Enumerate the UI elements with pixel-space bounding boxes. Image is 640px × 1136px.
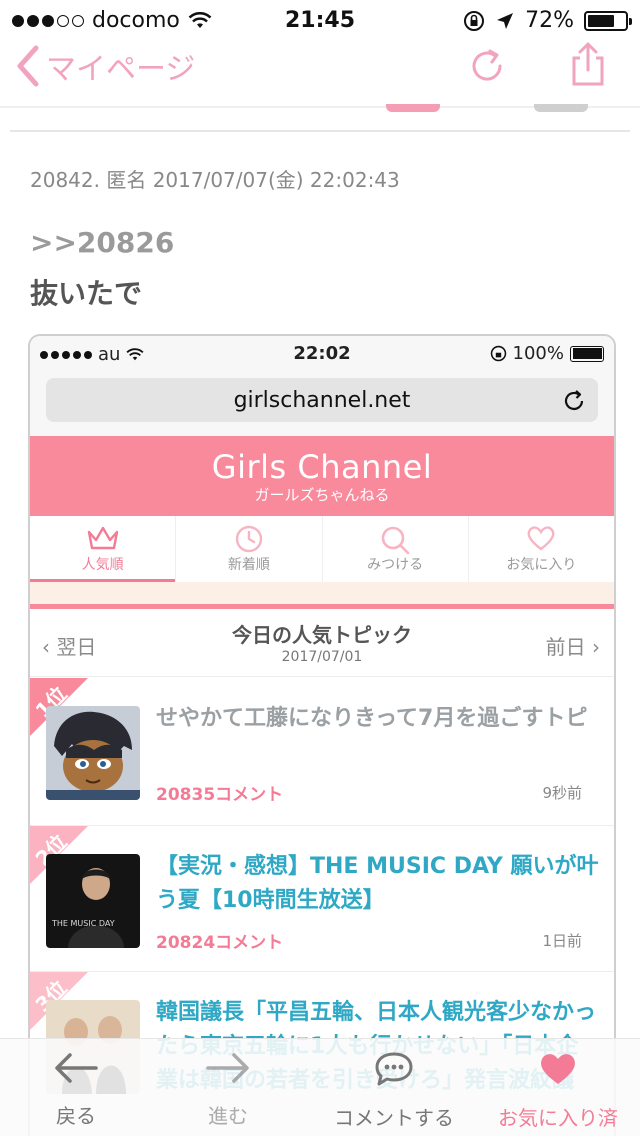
battery-icon <box>570 345 604 362</box>
site-header: Girls Channel ガールズちゃんねる <box>30 436 614 516</box>
tab-search: みつける <box>323 516 469 582</box>
search-icon <box>381 526 410 555</box>
reply-anchor-link[interactable]: >>20826 <box>30 226 174 259</box>
scrolled-button-edge <box>534 104 588 112</box>
back-button[interactable]: 戻る <box>52 1051 100 1129</box>
topic-title: 【実況・感想】THE MUSIC DAY 願いが叶う夏【10時間生放送】 <box>156 854 599 913</box>
back-label: マイページ <box>46 52 196 87</box>
scrolled-button-edge <box>386 104 440 112</box>
back-label: 戻る <box>56 1104 96 1128</box>
day-title: 今日の人気トピック <box>232 623 412 647</box>
chevron-right-icon: › <box>585 635 600 659</box>
back-to-mypage-button[interactable]: マイページ <box>14 44 195 88</box>
comment-count: 20824コメント <box>156 933 284 953</box>
comment-label: コメントする <box>334 1106 454 1130</box>
reload-icon <box>564 390 584 410</box>
thumb-caption: THE MUSIC DAY <box>51 919 115 928</box>
embedded-battery-percent: 100% <box>512 343 564 364</box>
tab-new: 新着順 <box>176 516 323 582</box>
location-icon <box>497 12 514 29</box>
decorative-band <box>30 582 614 604</box>
tab-label: 新着順 <box>227 557 270 573</box>
reload-icon[interactable] <box>468 44 508 88</box>
next-day-label: 前日 <box>545 635 586 659</box>
bottom-toolbar: 戻る 進む コメントする お気に入り済 <box>0 1038 640 1136</box>
battery-percent: 72% <box>525 8 574 33</box>
arrow-left-icon <box>55 1053 98 1083</box>
tab-popular: 人気順 <box>30 516 177 582</box>
rotation-lock-icon <box>464 10 485 31</box>
attached-screenshot[interactable]: au 22:02 100% girlschannel.net Girls Cha… <box>28 334 616 1136</box>
url-text: girlschannel.net <box>233 387 411 413</box>
comment-count: 20835コメント <box>156 785 284 805</box>
favorite-label: お気に入り済 <box>498 1106 618 1130</box>
forward-label: 進む <box>208 1104 248 1128</box>
crown-icon <box>87 526 118 550</box>
topic-time: 1日前 <box>542 932 582 950</box>
nav-bar: マイページ <box>0 40 640 106</box>
day-date: 2017/07/01 <box>281 649 363 665</box>
battery-icon <box>584 10 632 31</box>
share-icon[interactable] <box>566 40 610 88</box>
speech-bubble-icon <box>375 1052 413 1086</box>
clock-icon <box>235 525 263 553</box>
status-bar: docomo 21:45 72% <box>0 0 640 40</box>
next-day-button: 前日 › <box>546 631 600 660</box>
topic-thumbnail: THE MUSIC DAY <box>46 854 140 948</box>
day-navigation: ‹ 翌日 今日の人気トピック 2017/07/01 前日 › <box>30 609 614 677</box>
topic-time: 9秒前 <box>542 784 582 802</box>
tab-favorites: お気に入り <box>469 516 614 582</box>
embedded-status-bar: au 22:02 100% <box>30 336 614 372</box>
site-logo: Girls Channel <box>211 448 433 486</box>
topic-thumbnail <box>46 706 140 800</box>
site-subtitle: ガールズちゃんねる <box>254 486 390 504</box>
embedded-url-bar: girlschannel.net <box>30 372 614 436</box>
topic-item: 2位 THE MUSIC DAY 【実況・感想】THE MUSIC DAY 願い… <box>30 826 614 972</box>
comment-body: 抜いたで <box>30 277 143 310</box>
heart-icon <box>541 1054 575 1084</box>
content-divider <box>10 130 630 132</box>
comment-meta: 20842. 匿名 2017/07/07(金) 22:02:43 <box>30 168 400 192</box>
url-field: girlschannel.net <box>46 378 598 422</box>
chevron-left-icon <box>17 45 39 87</box>
tab-label: お気に入り <box>506 557 577 573</box>
category-tabs: 人気順 新着順 みつける お気に入り <box>30 516 614 582</box>
rotation-lock-icon <box>490 345 506 362</box>
topic-title: せやかて工藤になりきって7月を過ごすトピ <box>156 706 588 731</box>
topic-item: 1位 せやかて工藤になりきって7月を過ごすトピ 20835コメント 9秒前 <box>30 678 614 826</box>
tab-label: 人気順 <box>81 557 124 573</box>
forward-button[interactable]: 進む <box>204 1051 252 1129</box>
tab-label: みつける <box>367 557 424 573</box>
heart-icon <box>527 526 555 551</box>
arrow-right-icon <box>206 1053 249 1083</box>
favorite-button[interactable]: お気に入り済 <box>498 1051 618 1131</box>
comment-button[interactable]: コメントする <box>334 1051 454 1131</box>
